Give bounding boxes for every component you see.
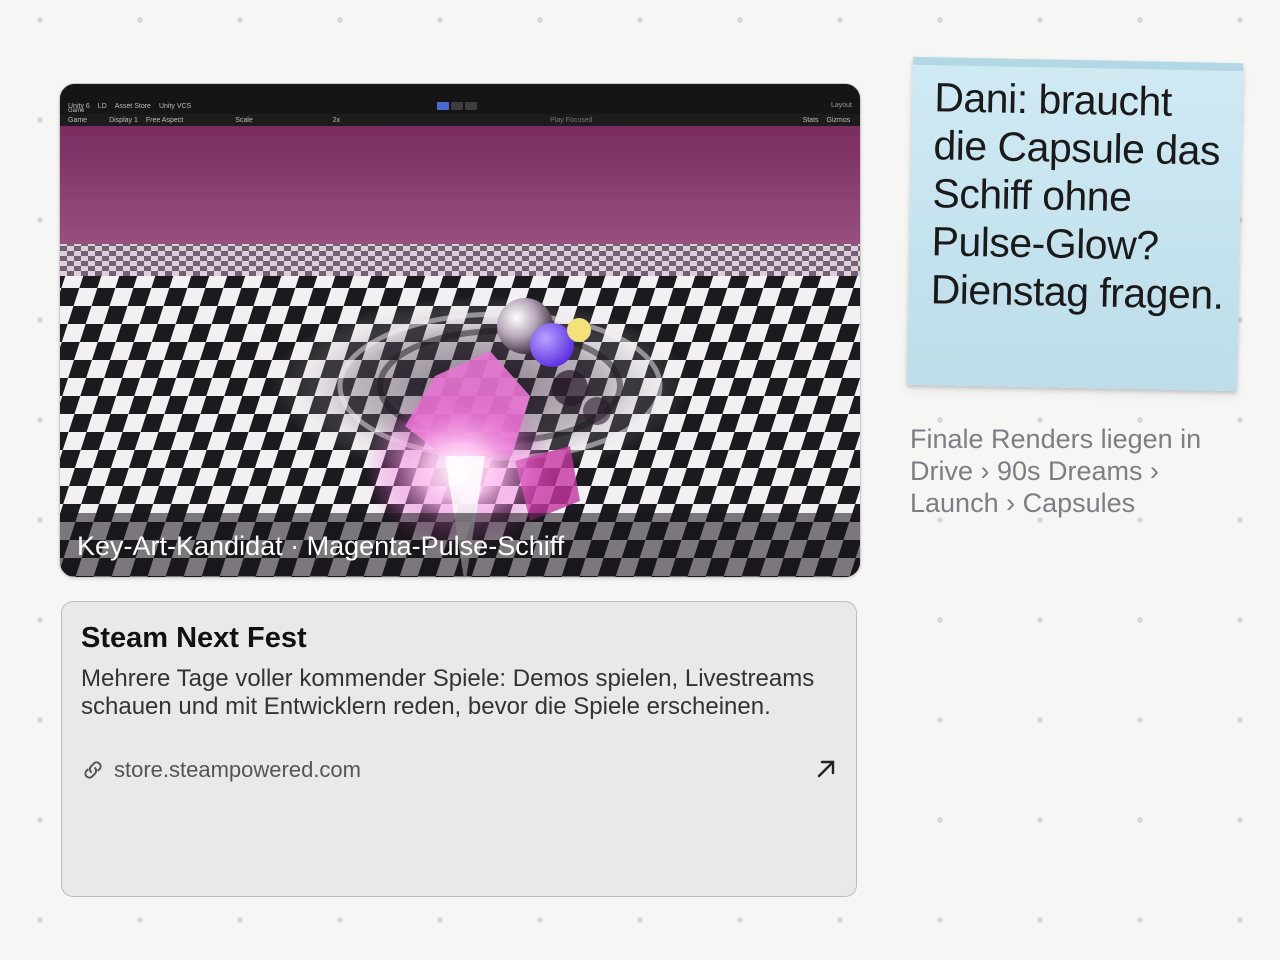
image-caption: Key-Art-Kandidat · Magenta-Pulse-Schiff [77,531,565,561]
editor-aspect: Free Aspect [145,116,184,124]
editor-game-row: Game Display 1 Free Aspect Scale 2x Play… [60,114,860,126]
editor-game-dropdown: Game [68,116,88,124]
link-preview-card[interactable]: Steam Next Fest Mehrere Tage voller komm… [61,601,857,897]
image-card[interactable]: Unity 6 LD Asset Store Unity VCS Layout … [59,83,861,578]
unity-editor-toolbar: Unity 6 LD Asset Store Unity VCS Layout … [60,84,860,126]
editor-scale-value: 2x [332,116,341,124]
editor-gizmos: Gizmos [826,116,851,124]
chain-link-icon [84,761,102,779]
image-caption-bar: Key-Art-Kandidat · Magenta-Pulse-Schiff [60,513,860,577]
link-title: Steam Next Fest [81,622,307,654]
render-image [60,126,860,577]
arrow-up-right-icon[interactable] [814,757,838,781]
link-url-row[interactable]: store.steampowered.com [81,757,361,783]
path-note-text[interactable]: Finale Renders liegen in Drive › 90s Dre… [910,423,1230,519]
sticky-note[interactable]: Dani: braucht die Capsule das Schiff ohn… [906,56,1244,392]
link-url[interactable]: store.steampowered.com [114,757,361,783]
game-viewport-render [60,126,860,577]
link-description: Mehrere Tage voller kommender Spiele: De… [81,665,815,720]
editor-stats: Stats [802,116,819,124]
editor-play-focused: Play Focused [550,116,593,124]
editor-scale: Scale [235,116,253,124]
sticky-note-text: Dani: braucht die Capsule das Schiff ohn… [930,74,1224,318]
editor-display: Display 1 [109,116,138,124]
